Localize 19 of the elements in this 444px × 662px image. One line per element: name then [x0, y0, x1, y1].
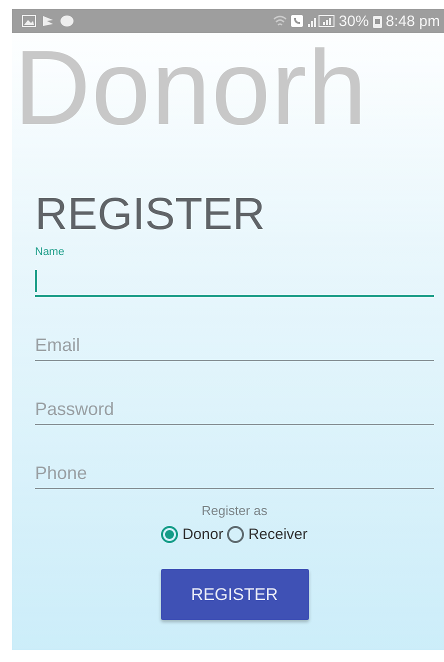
- input-field[interactable]: Password: [35, 387, 434, 425]
- signal-icon: [306, 15, 335, 27]
- register-button[interactable]: REGISTER: [160, 569, 308, 620]
- radio-option[interactable]: Receiver: [227, 526, 308, 543]
- register-heading: REGISTER: [35, 191, 266, 236]
- radio-option[interactable]: Donor: [161, 526, 224, 543]
- register-as-label: Register as: [200, 503, 268, 518]
- input-field[interactable]: Email: [35, 323, 434, 361]
- battery-percent: 30%: [338, 12, 369, 30]
- radio-button[interactable]: [161, 526, 178, 543]
- image-icon: [22, 15, 36, 27]
- battery-icon: [372, 14, 382, 28]
- radio-button[interactable]: [227, 526, 244, 543]
- input-field[interactable]: Phone: [35, 451, 434, 489]
- clock: 8:48 pm: [386, 12, 440, 30]
- input-field[interactable]: Name: [35, 246, 434, 297]
- phone-icon: [290, 15, 303, 27]
- wifi-icon: [272, 15, 287, 27]
- flag-icon: [42, 15, 54, 27]
